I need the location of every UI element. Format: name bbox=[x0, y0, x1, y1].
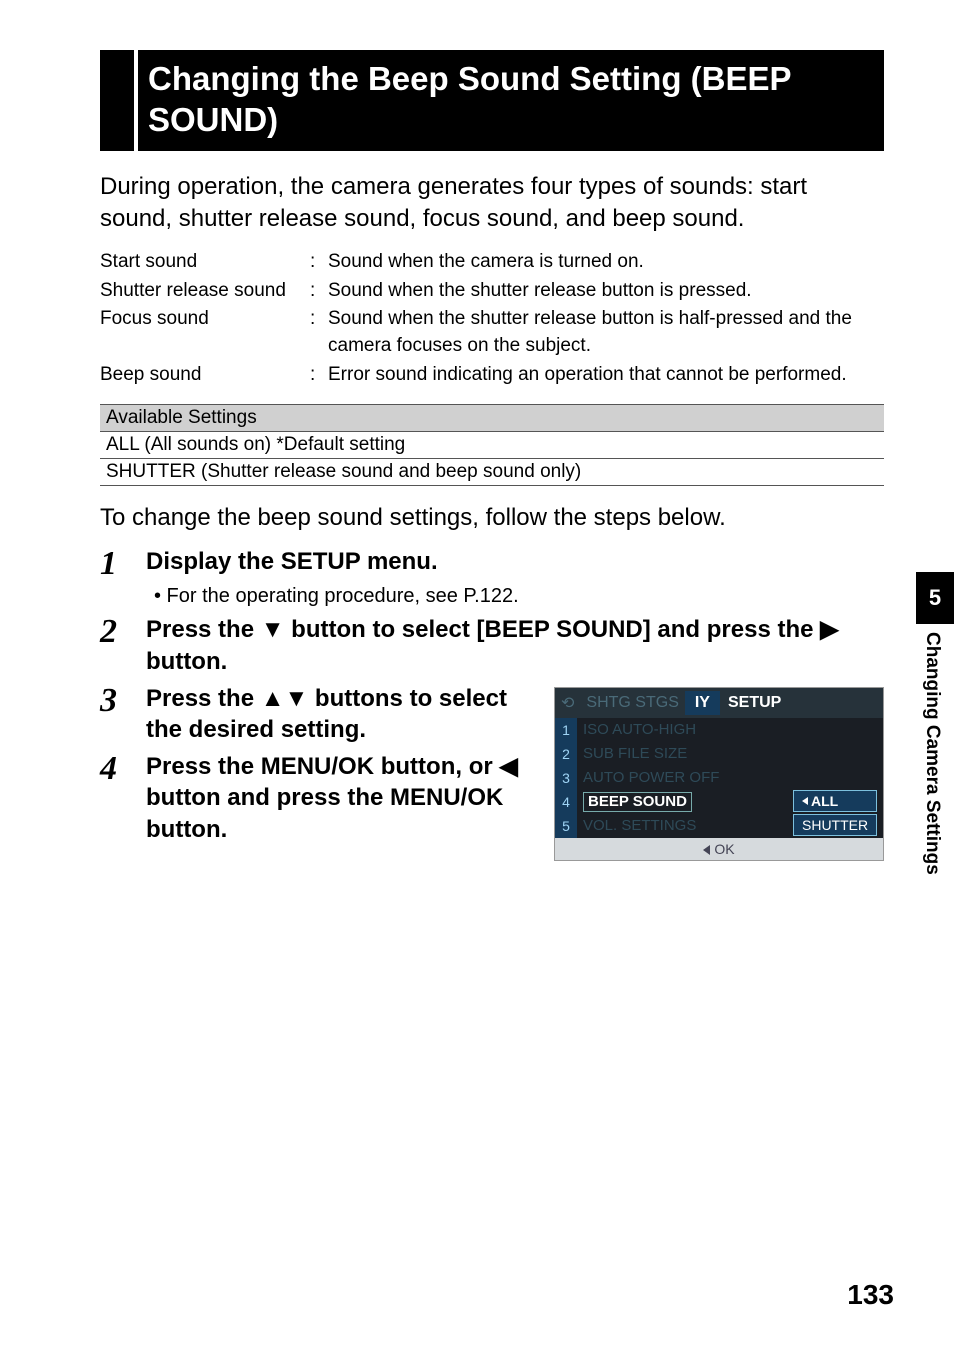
step-subtext: • For the operating procedure, see P.122… bbox=[154, 585, 884, 608]
step-1: 1 Display the SETUP menu. • For the oper… bbox=[100, 546, 884, 608]
table-header: Available Settings bbox=[100, 404, 884, 432]
step-2: 2 Press the ▼ button to select [BEEP SOU… bbox=[100, 614, 884, 676]
def-row: Start sound:Sound when the camera is tur… bbox=[100, 249, 884, 276]
def-row: Beep sound:Error sound indicating an ope… bbox=[100, 362, 884, 389]
menu-items: ISO AUTO-HIGH SUB FILE SIZE AUTO POWER O… bbox=[577, 718, 883, 838]
chapter-side-tab: 5 Changing Camera Settings bbox=[916, 572, 954, 962]
table-row: SHUTTER (Shutter release sound and beep … bbox=[100, 459, 884, 486]
option-shutter: SHUTTER bbox=[793, 814, 877, 836]
intro2-paragraph: To change the beep sound settings, follo… bbox=[100, 504, 884, 532]
up-arrow-icon: ▲ bbox=[261, 683, 285, 714]
step-3: 3 Press the ▲▼ buttons to select the des… bbox=[100, 683, 536, 745]
menu-footer: OK bbox=[555, 838, 883, 860]
def-row: Shutter release sound:Sound when the shu… bbox=[100, 278, 884, 305]
menu-tabs: ⟲ SHTG STGS IY SETUP bbox=[555, 688, 883, 718]
step-4: 4 Press the MENU/OK button, or ◀ button … bbox=[100, 751, 536, 845]
tab-setup: SETUP bbox=[720, 694, 789, 712]
tab-shtg-stgs: SHTG STGS bbox=[580, 694, 684, 712]
section-title-text: Changing the Beep Sound Setting (BEEP SO… bbox=[138, 50, 884, 151]
chapter-number: 5 bbox=[916, 572, 954, 624]
step-heading: Press the MENU/OK button, or ◀ button an… bbox=[146, 751, 536, 845]
menu-page-numbers: 1 2 3 4 5 bbox=[555, 718, 577, 838]
option-popup: ALL bbox=[793, 790, 877, 812]
step-heading: Press the ▼ button to select [BEEP SOUND… bbox=[146, 614, 884, 676]
section-title: Changing the Beep Sound Setting (BEEP SO… bbox=[100, 50, 884, 151]
step-heading: Press the ▲▼ buttons to select the desir… bbox=[146, 683, 536, 745]
menu-item: AUTO POWER OFF bbox=[577, 766, 883, 790]
step-number: 4 bbox=[100, 751, 146, 845]
step-number: 2 bbox=[100, 614, 146, 676]
right-arrow-icon: ▶ bbox=[820, 614, 838, 645]
down-arrow-icon: ▼ bbox=[261, 614, 285, 645]
table-row: ALL (All sounds on) *Default setting bbox=[100, 432, 884, 459]
step-number: 1 bbox=[100, 546, 146, 608]
sound-definitions: Start sound:Sound when the camera is tur… bbox=[100, 249, 884, 388]
available-settings-table: Available Settings ALL (All sounds on) *… bbox=[100, 404, 884, 486]
left-arrow-icon: ◀ bbox=[499, 751, 517, 782]
menu-item: SUB FILE SIZE bbox=[577, 742, 883, 766]
menu-item: ISO AUTO-HIGH bbox=[577, 718, 883, 742]
menu-item: VOL. SETTINGS SHUTTER bbox=[577, 814, 883, 838]
chapter-label: Changing Camera Settings bbox=[921, 624, 949, 875]
intro-paragraph: During operation, the camera generates f… bbox=[100, 171, 884, 236]
left-arrow-icon bbox=[703, 845, 710, 855]
option-all: ALL bbox=[793, 790, 877, 812]
step-heading: Display the SETUP menu. bbox=[146, 546, 884, 577]
page-number: 133 bbox=[847, 1279, 894, 1311]
step-number: 3 bbox=[100, 683, 146, 745]
tab-icon-selected: IY bbox=[685, 691, 720, 715]
menu-item-selected: BEEP SOUND ALL bbox=[577, 790, 883, 814]
mode-icon: ⟲ bbox=[555, 693, 580, 713]
down-arrow-icon: ▼ bbox=[285, 683, 309, 714]
def-row: Focus sound:Sound when the shutter relea… bbox=[100, 306, 884, 359]
camera-setup-menu-screenshot: ⟲ SHTG STGS IY SETUP 1 2 3 4 5 ISO AUTO-… bbox=[554, 687, 884, 861]
